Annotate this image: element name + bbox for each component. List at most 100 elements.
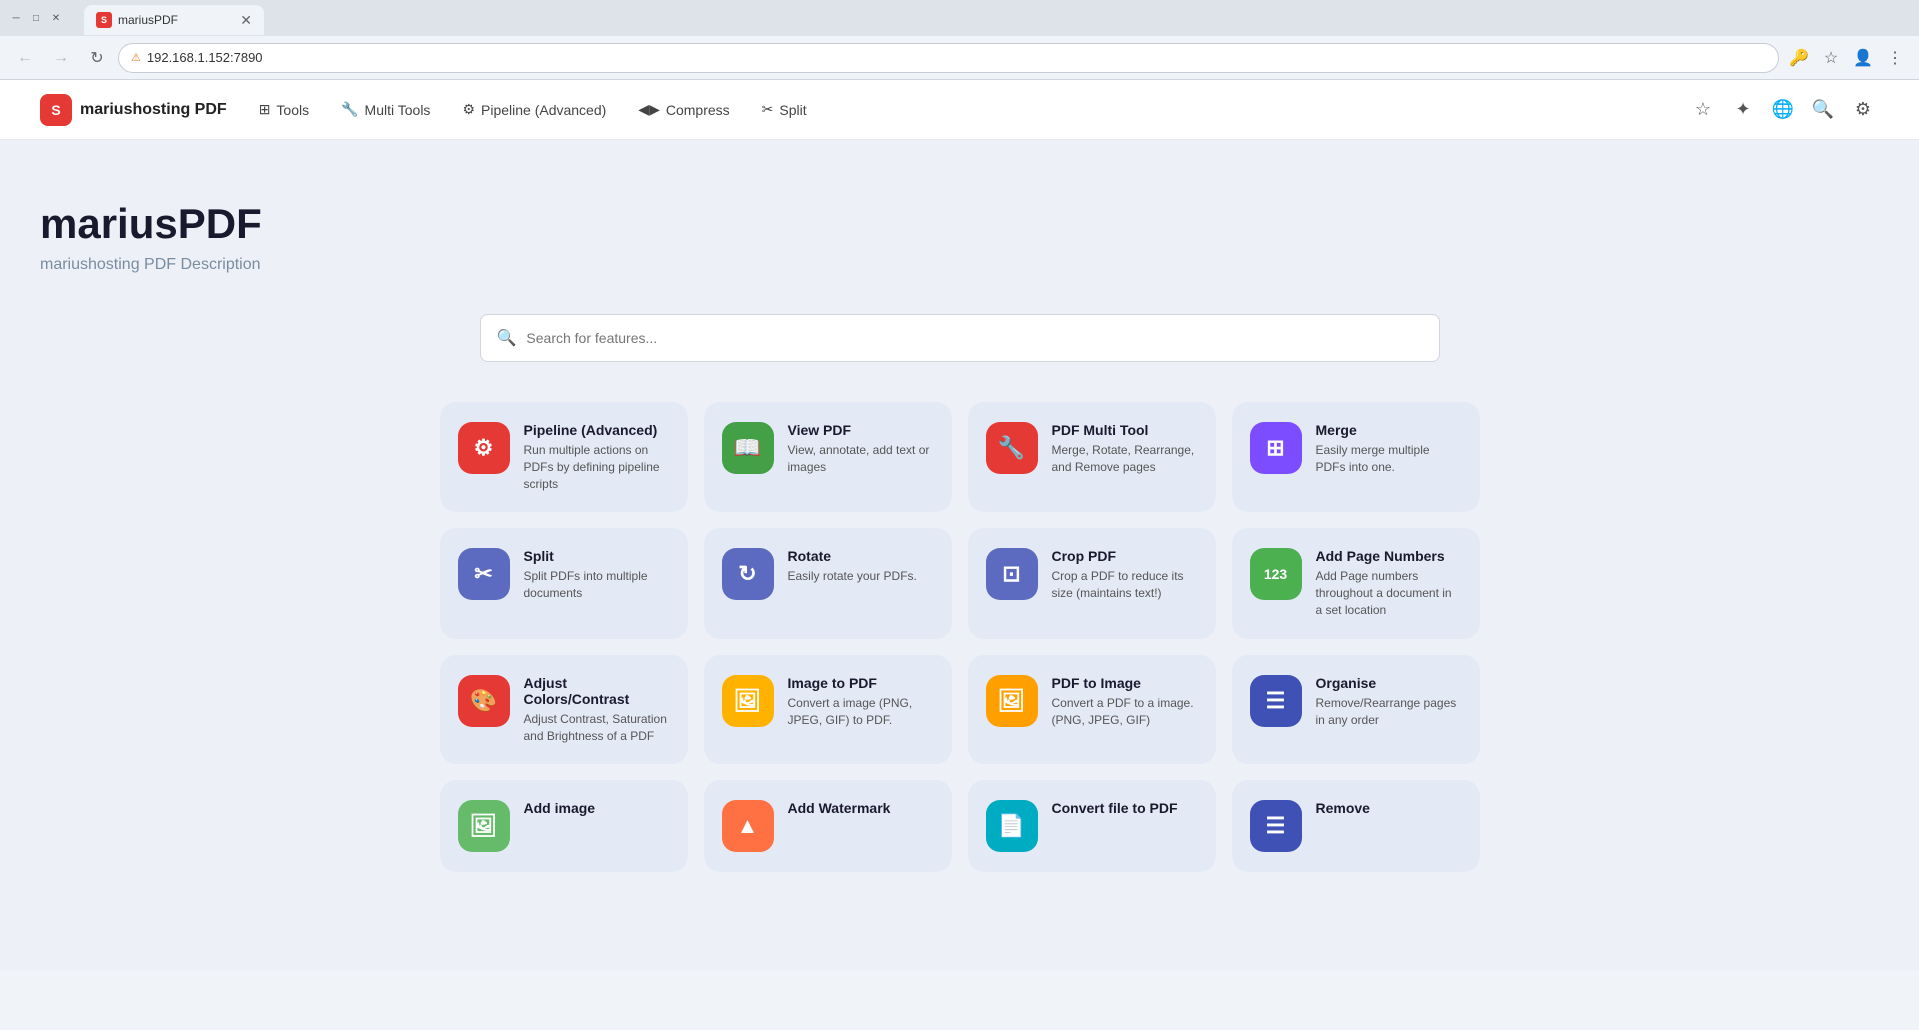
security-icon: ⚠ [131,51,141,64]
nav-multi-tools[interactable]: 🔧 Multi Tools [341,101,430,118]
pipeline-icon: ⚙ [462,101,475,118]
nav-pipeline-label: Pipeline (Advanced) [481,102,606,118]
tool-card[interactable]: 📄 Convert file to PDF [968,780,1216,872]
bookmark-icon[interactable]: ☆ [1817,44,1845,72]
profile-icon[interactable]: 👤 [1849,44,1877,72]
card-title: Add image [524,800,670,816]
title-bar: ─ □ ✕ S mariusPDF ✕ [0,0,1919,36]
card-body: Convert file to PDF [1052,800,1198,820]
forward-button[interactable]: → [46,43,76,73]
card-icon: 📄 [986,800,1038,852]
card-icon: 🔧 [986,422,1038,474]
card-desc: Convert a image (PNG, JPEG, GIF) to PDF. [788,695,934,729]
password-icon[interactable]: 🔑 [1785,44,1813,72]
card-icon: 🖼 [722,675,774,727]
card-icon: 🖼 [986,675,1038,727]
card-icon: 123 [1250,548,1302,600]
card-icon: 🎨 [458,675,510,727]
close-button[interactable]: ✕ [48,10,64,26]
card-body: PDF to Image Convert a PDF to a image. (… [1052,675,1198,729]
browser-chrome: ─ □ ✕ S mariusPDF ✕ ← → ↻ ⚠ 192.168.1.15… [0,0,1919,80]
tools-icon: ⊞ [259,101,271,118]
card-body: Image to PDF Convert a image (PNG, JPEG,… [788,675,934,729]
cards-grid: ⚙ Pipeline (Advanced) Run multiple actio… [440,402,1480,872]
card-desc: Merge, Rotate, Rearrange, and Remove pag… [1052,442,1198,476]
tool-card[interactable]: ☰ Organise Remove/Rearrange pages in any… [1232,655,1480,765]
hero-title: mariusPDF [40,200,1879,248]
browser-tab[interactable]: S mariusPDF ✕ [84,5,264,35]
card-title: PDF to Image [1052,675,1198,691]
tool-card[interactable]: 🖼 Image to PDF Convert a image (PNG, JPE… [704,655,952,765]
card-body: Pipeline (Advanced) Run multiple actions… [524,422,670,492]
card-desc: Crop a PDF to reduce its size (maintains… [1052,568,1198,602]
tool-card[interactable]: 🖼 Add image [440,780,688,872]
address-bar[interactable]: ⚠ 192.168.1.152:7890 [118,43,1779,73]
card-title: Merge [1316,422,1462,438]
nav-compress-label: Compress [666,102,730,118]
nav-split[interactable]: ✂ Split [762,101,807,118]
search-nav-icon[interactable]: 🔍 [1807,94,1839,126]
nav-tools[interactable]: ⊞ Tools [259,101,309,118]
tool-card[interactable]: ▲ Add Watermark [704,780,952,872]
card-icon: ☰ [1250,675,1302,727]
window-controls: ─ □ ✕ [8,10,64,26]
search-input[interactable] [526,330,1422,346]
app-name: mariushosting PDF [80,101,227,119]
browser-toolbar: ← → ↻ ⚠ 192.168.1.152:7890 🔑 ☆ 👤 ⋮ [0,36,1919,80]
tool-card[interactable]: 🖼 PDF to Image Convert a PDF to a image.… [968,655,1216,765]
app-logo[interactable]: S mariushosting PDF [40,94,227,126]
card-title: Adjust Colors/Contrast [524,675,670,707]
tool-card[interactable]: 📖 View PDF View, annotate, add text or i… [704,402,952,512]
tool-card[interactable]: ↻ Rotate Easily rotate your PDFs. [704,528,952,638]
favorites-icon[interactable]: ☆ [1687,94,1719,126]
card-body: View PDF View, annotate, add text or ima… [788,422,934,476]
search-container: 🔍 [480,314,1440,362]
logo-icon: S [40,94,72,126]
card-body: Add Page Numbers Add Page numbers throug… [1316,548,1462,618]
nav-tools-label: Tools [276,102,309,118]
card-title: Rotate [788,548,934,564]
minimize-button[interactable]: ─ [8,10,24,26]
back-button[interactable]: ← [10,43,40,73]
card-desc: Adjust Contrast, Saturation and Brightne… [524,711,670,745]
card-icon: ✂ [458,548,510,600]
maximize-button[interactable]: □ [28,10,44,26]
tool-card[interactable]: 🔧 PDF Multi Tool Merge, Rotate, Rearrang… [968,402,1216,512]
card-desc: Split PDFs into multiple documents [524,568,670,602]
card-body: Merge Easily merge multiple PDFs into on… [1316,422,1462,476]
tool-card[interactable]: 🎨 Adjust Colors/Contrast Adjust Contrast… [440,655,688,765]
tool-card[interactable]: ⊡ Crop PDF Crop a PDF to reduce its size… [968,528,1216,638]
nav-multi-tools-label: Multi Tools [365,102,431,118]
tool-card[interactable]: ⊞ Merge Easily merge multiple PDFs into … [1232,402,1480,512]
nav-actions: ☆ ✦ 🌐 🔍 ⚙ [1687,94,1879,126]
nav-compress[interactable]: ◀▶ Compress [638,101,729,118]
tool-card[interactable]: 123 Add Page Numbers Add Page numbers th… [1232,528,1480,638]
card-icon: ☰ [1250,800,1302,852]
settings-icon[interactable]: ⚙ [1847,94,1879,126]
card-icon: ▲ [722,800,774,852]
language-icon[interactable]: 🌐 [1767,94,1799,126]
card-body: Split Split PDFs into multiple documents [524,548,670,602]
search-icon: 🔍 [497,328,517,348]
card-body: Add Watermark [788,800,934,820]
tab-favicon: S [96,12,112,28]
card-title: PDF Multi Tool [1052,422,1198,438]
tab-title: mariusPDF [118,13,234,27]
card-icon: ⚙ [458,422,510,474]
refresh-button[interactable]: ↻ [82,43,112,73]
card-title: Image to PDF [788,675,934,691]
card-title: Add Page Numbers [1316,548,1462,564]
address-text: 192.168.1.152:7890 [147,50,1766,65]
tab-close-button[interactable]: ✕ [240,12,252,29]
tool-card[interactable]: ✂ Split Split PDFs into multiple documen… [440,528,688,638]
tool-card[interactable]: ⚙ Pipeline (Advanced) Run multiple actio… [440,402,688,512]
card-desc: View, annotate, add text or images [788,442,934,476]
tool-card[interactable]: ☰ Remove [1232,780,1480,872]
card-icon: 📖 [722,422,774,474]
extensions-icon[interactable]: ⋮ [1881,44,1909,72]
card-title: View PDF [788,422,934,438]
nav-pipeline[interactable]: ⚙ Pipeline (Advanced) [462,101,606,118]
theme-icon[interactable]: ✦ [1727,94,1759,126]
card-desc: Run multiple actions on PDFs by defining… [524,442,670,492]
card-title: Split [524,548,670,564]
